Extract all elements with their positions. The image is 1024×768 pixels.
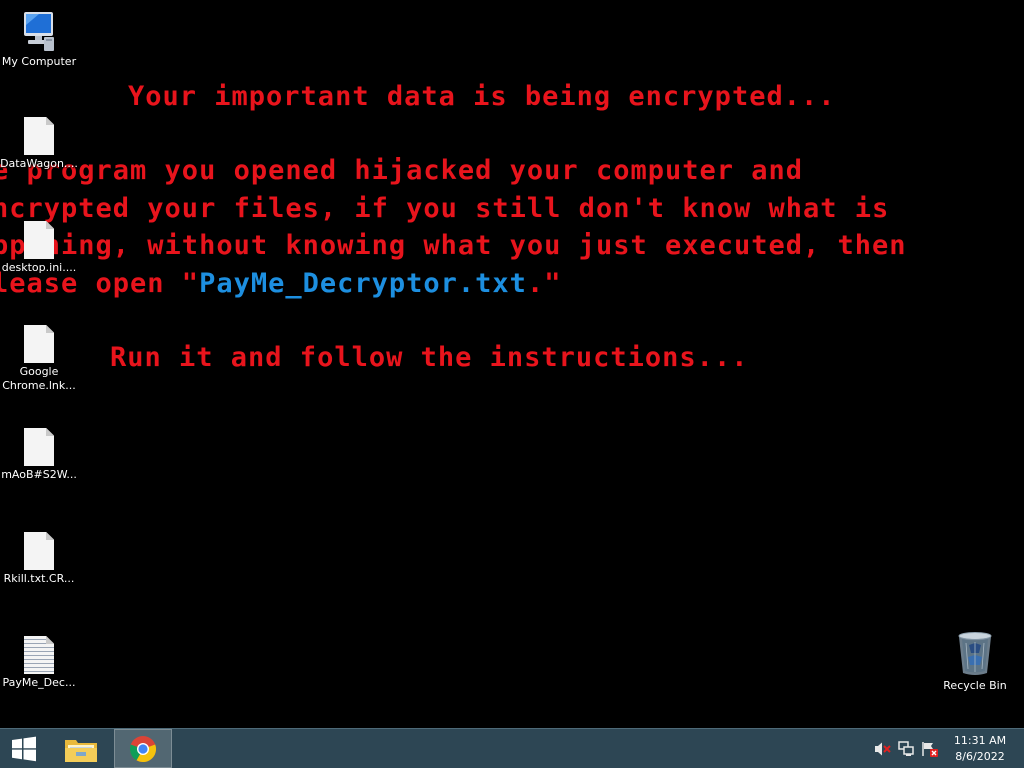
desktop-icon-desktop-ini[interactable]: desktop.ini.... bbox=[0, 221, 79, 275]
file-icon bbox=[24, 532, 54, 570]
ransom-line-suffix: ." bbox=[526, 268, 562, 299]
start-button[interactable] bbox=[0, 729, 48, 768]
network-button[interactable] bbox=[897, 741, 915, 757]
desktop-icon-label: Rkill.txt.CR... bbox=[3, 572, 75, 585]
desktop-icon-recycle-bin[interactable]: Recycle Bin bbox=[935, 631, 1015, 693]
ransom-instructions: Run it and follow the instructions... bbox=[110, 342, 749, 373]
taskbar: 11:31 AM 8/6/2022 bbox=[0, 728, 1024, 768]
action-center-button[interactable] bbox=[921, 741, 939, 757]
desktop-icon-maob[interactable]: mAoB#S2W... bbox=[0, 428, 79, 482]
file-icon bbox=[24, 325, 54, 363]
desktop-icon-label: DataWagon.... bbox=[0, 157, 78, 170]
desktop-icon-label: Recycle Bin bbox=[943, 679, 1007, 692]
ransom-line: e program you opened hijacked your compu… bbox=[0, 155, 804, 186]
volume-button[interactable] bbox=[873, 741, 891, 757]
clock-time: 11:31 AM bbox=[953, 734, 1007, 747]
desktop-icon-my-computer[interactable]: My Computer bbox=[0, 9, 79, 69]
desktop-icon-datawagon[interactable]: DataWagon.... bbox=[0, 117, 79, 171]
taskbar-clock[interactable]: 11:31 AM 8/6/2022 bbox=[948, 733, 1012, 765]
computer-icon bbox=[24, 12, 54, 51]
decryptor-filename: PayMe_Decryptor.txt bbox=[199, 268, 527, 299]
text-file-icon bbox=[24, 636, 54, 674]
recycle-bin-icon bbox=[958, 632, 992, 675]
taskbar-chrome[interactable] bbox=[114, 729, 172, 768]
ransom-line: ncrypted your files, if you still don't … bbox=[0, 193, 890, 224]
desktop-icon-label: PayMe_Dec... bbox=[2, 676, 76, 689]
desktop-icon-google-chrome-lnk[interactable]: Google Chrome.lnk... bbox=[0, 325, 79, 393]
clock-date: 8/6/2022 bbox=[955, 750, 1005, 763]
file-icon bbox=[24, 428, 54, 466]
speaker-muted-icon bbox=[875, 742, 891, 756]
network-icon bbox=[898, 741, 914, 756]
desktop-icon-payme-decryptor[interactable]: PayMe_Dec... bbox=[0, 636, 79, 690]
file-icon bbox=[24, 117, 54, 155]
desktop-icon-rkill[interactable]: Rkill.txt.CR... bbox=[0, 532, 79, 586]
file-explorer-icon bbox=[65, 739, 97, 762]
desktop-icon-label: Google Chrome.lnk... bbox=[2, 365, 76, 392]
desktop: Your important data is being encrypted..… bbox=[0, 0, 1024, 728]
ransom-line: lease open "PayMe_Decryptor.txt." bbox=[0, 270, 561, 297]
windows-start-icon bbox=[12, 736, 36, 761]
action-center-icon bbox=[922, 742, 938, 757]
ransom-headline: Your important data is being encrypted..… bbox=[128, 81, 836, 112]
taskbar-file-explorer[interactable] bbox=[56, 729, 106, 768]
desktop-icon-label: mAoB#S2W... bbox=[1, 468, 77, 481]
ransom-line: ppening, without knowing what you just e… bbox=[0, 230, 907, 261]
desktop-icon-label: desktop.ini.... bbox=[1, 261, 77, 274]
desktop-icon-label: My Computer bbox=[1, 55, 77, 68]
chrome-icon bbox=[129, 735, 157, 762]
file-icon bbox=[24, 221, 54, 259]
